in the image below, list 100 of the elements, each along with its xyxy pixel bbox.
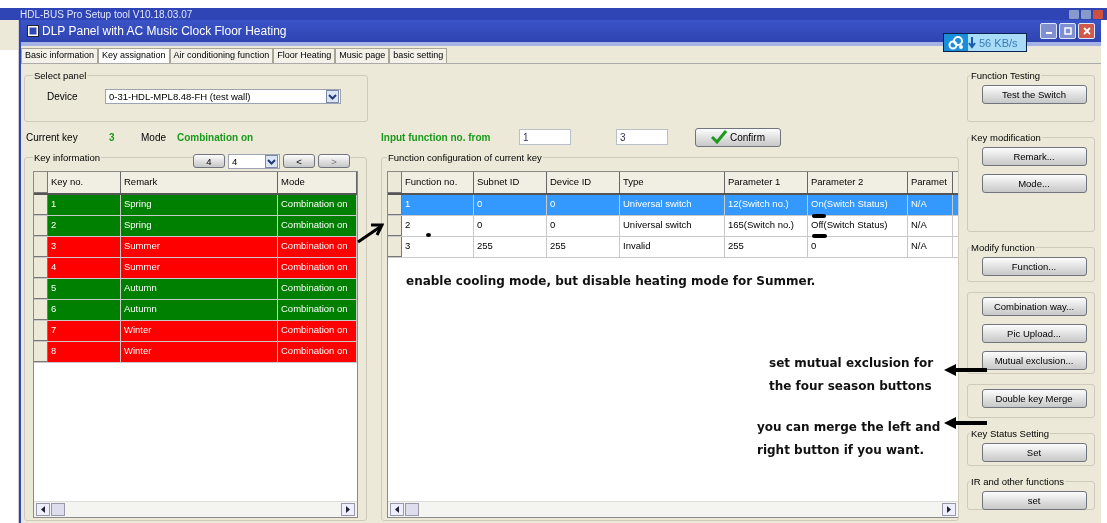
table-cell: Combination on [278,342,357,362]
table-cell: 6 [48,300,121,320]
table-cell: 5 [48,279,121,299]
key-row[interactable]: 7 Winter Combination on [34,321,357,342]
download-speed: 56 KB/s [979,36,1018,49]
row-header[interactable] [388,237,402,257]
row-header[interactable] [34,237,48,257]
group-legend: Function configuration of current key [387,152,543,163]
row-header[interactable] [34,321,48,341]
side-button[interactable]: set [981,491,1087,510]
key-row[interactable]: 8 Winter Combination on [34,342,357,363]
tab[interactable]: Basic information [21,48,99,63]
page-button[interactable]: 4 [193,154,225,168]
horizontal-scrollbar[interactable] [388,501,958,517]
column-header[interactable]: Device ID [547,172,620,193]
minimize-button[interactable] [1040,23,1057,39]
column-header[interactable]: Parameter 1 [725,172,808,193]
side-button[interactable]: Remark... [981,147,1087,166]
maximize-button[interactable] [1059,23,1076,39]
tab[interactable]: Key assignation [98,48,170,63]
key-row[interactable]: 5 Autumn Combination on [34,279,357,300]
side-button[interactable]: Mutual exclusion... [981,351,1087,370]
tab[interactable]: basic setting [389,48,448,63]
underline-mark [812,214,826,218]
row-header[interactable] [34,300,48,320]
function-from-field[interactable]: 1 [519,129,571,145]
horizontal-scrollbar[interactable] [34,501,357,517]
row-header[interactable] [34,279,48,299]
table-cell: Autumn [121,279,278,299]
side-button[interactable]: Double key Merge [981,389,1087,408]
key-row[interactable]: 6 Autumn Combination on [34,300,357,321]
close-button[interactable] [1078,23,1095,39]
tab[interactable]: Air conditioning function [169,48,274,63]
side-button[interactable]: Set [981,443,1087,462]
table-cell: 7 [48,321,121,341]
key-row[interactable]: 1 Spring Combination on [34,195,357,216]
side-button[interactable]: Function... [981,257,1087,276]
page-dropdown[interactable]: 4 [228,154,280,169]
table-cell: 2 [48,216,121,236]
row-header[interactable] [34,342,48,362]
table-cell: 4 [48,258,121,278]
column-header[interactable]: Type [620,172,725,193]
table-cell: 255 [474,237,547,257]
group-legend: Function Testing [970,70,1041,81]
scroll-left-icon[interactable] [390,503,404,516]
row-header[interactable] [388,195,402,215]
restore-icon[interactable] [1081,9,1091,19]
device-dropdown[interactable]: 0-31-HDL-MPL8.48-FH (test wall) [105,89,341,104]
underline-mark [812,234,827,238]
close-icon[interactable] [1093,9,1103,19]
column-header[interactable]: Remark [121,172,278,193]
pointer-arrow-drawing [356,222,384,244]
table-cell: 165(Switch no.) [725,216,808,236]
column-header[interactable]: Mode [278,172,357,193]
input-function-label: Input function no. from [381,131,492,143]
group-legend: IR and other functions [970,476,1065,487]
left-arrow-drawing [942,363,988,377]
table-cell: Combination on [278,300,357,320]
column-header[interactable]: Subnet ID [474,172,547,193]
side-button[interactable]: Pic Upload... [981,324,1087,343]
key-row[interactable]: 2 Spring Combination on [34,216,357,237]
table-cell: Autumn [121,300,278,320]
function-to-field[interactable]: 3 [616,129,668,145]
table-cell: Universal switch [620,216,725,236]
key-row[interactable]: 3 Summer Combination on [34,237,357,258]
scroll-right-icon[interactable] [341,503,355,516]
column-header[interactable]: Key no. [48,172,121,193]
table-cell: N/A [908,195,953,215]
table-cell: N/A [908,237,953,257]
key-row[interactable]: 4 Summer Combination on [34,258,357,279]
scroll-right-icon[interactable] [942,503,956,516]
scroll-thumb-icon[interactable] [405,503,419,516]
function-row[interactable]: 3 255 255 Invalid 255 0 N/A [388,237,958,258]
row-header[interactable] [34,216,48,236]
tab[interactable]: Music page [335,48,390,63]
previous-button[interactable]: < [283,154,315,168]
current-key-value: 3 [109,131,116,143]
table-cell: Combination on [278,258,357,278]
row-header[interactable] [34,195,48,215]
confirm-button[interactable]: Confirm [695,127,781,147]
table-cell: N/A [908,216,953,236]
column-header[interactable]: Parameter 2 [808,172,908,193]
column-header[interactable]: Paramet [908,172,953,193]
row-header[interactable] [34,258,48,278]
row-header[interactable] [388,216,402,236]
scroll-left-icon[interactable] [36,503,50,516]
tab[interactable]: Floor Heating [273,48,336,63]
table-cell: 0 [547,216,620,236]
minimize-icon[interactable] [1069,9,1079,19]
app-title: HDL-BUS Pro Setup tool V10.18.03.07 [20,8,194,20]
side-button[interactable]: Combination way... [981,297,1087,316]
side-button[interactable]: Test the Switch [981,85,1087,104]
side-button[interactable]: Mode... [981,174,1087,193]
table-cell: 1 [48,195,121,215]
column-header[interactable]: Function no. [402,172,474,193]
table-cell: 8 [48,342,121,362]
table-cell: Combination on [278,216,357,236]
table-cell: Summer [121,258,278,278]
scroll-thumb-icon[interactable] [51,503,65,516]
table-cell: Combination on [278,279,357,299]
